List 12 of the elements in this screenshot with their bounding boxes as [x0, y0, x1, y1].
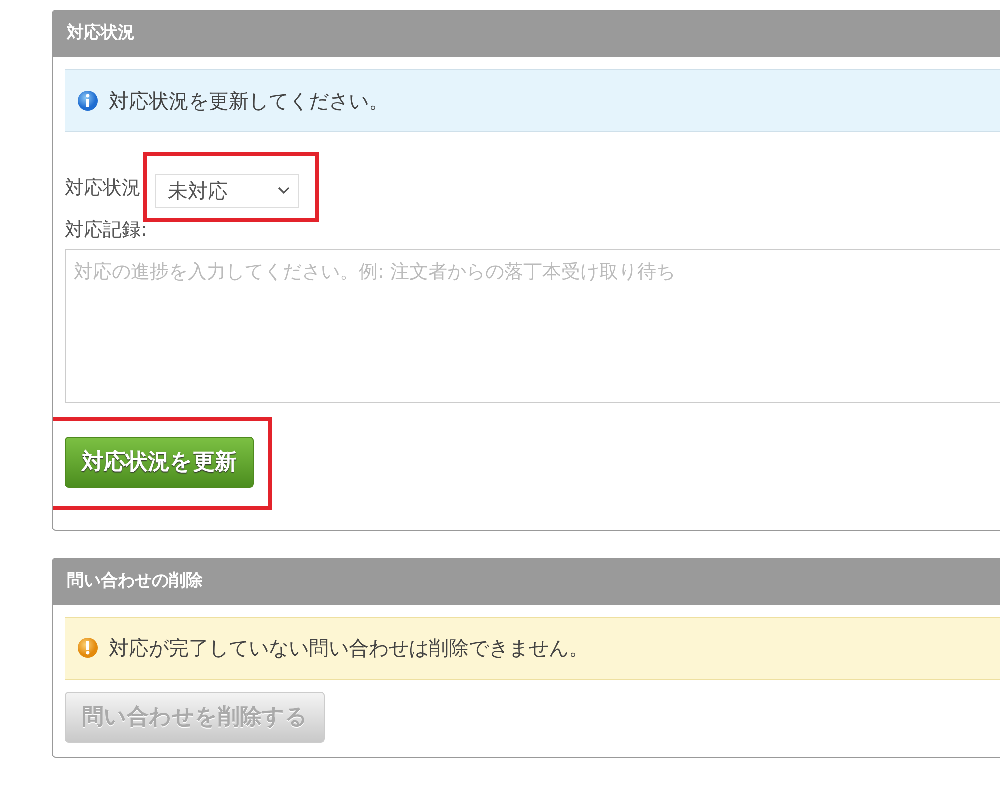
info-icon: [77, 90, 99, 112]
alert-text: 対応状況を更新してください。: [109, 88, 389, 114]
field-label: 対応記録:: [65, 218, 148, 243]
warning-icon: [77, 637, 99, 659]
chevron-down-icon: [278, 187, 290, 195]
panel-header: 問い合わせの削除: [53, 558, 1000, 604]
field-label: 対応状況: [65, 176, 141, 201]
panel-header: 対応状況: [53, 11, 1000, 57]
alert-text: 対応が完了していない問い合わせは削除できません。: [109, 635, 589, 662]
status-select[interactable]: 未対応: [155, 174, 299, 208]
record-textarea[interactable]: 対応の進捗を入力してください。例: 注文者からの落丁本受け取り待ち: [65, 248, 1000, 402]
action-button[interactable]: 対応状況を更新: [65, 436, 254, 488]
